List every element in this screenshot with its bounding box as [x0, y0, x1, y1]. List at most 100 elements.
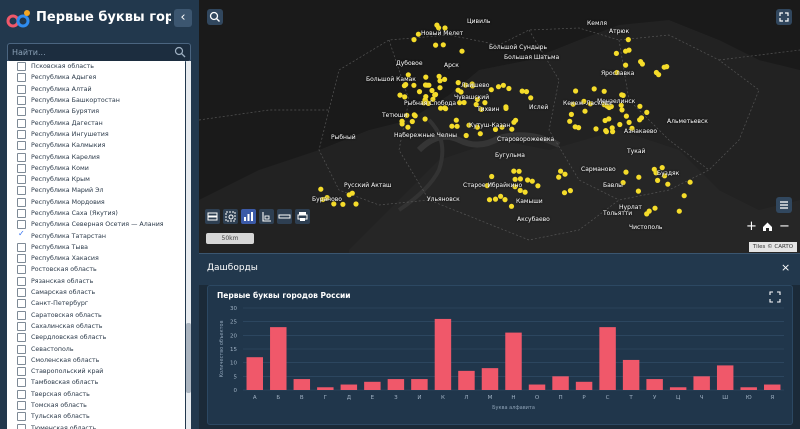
city-point[interactable]: [626, 119, 632, 125]
city-point[interactable]: [508, 203, 515, 209]
city-point[interactable]: [652, 205, 658, 211]
city-point[interactable]: [424, 82, 430, 88]
city-point[interactable]: [411, 112, 417, 118]
city-point[interactable]: [522, 189, 528, 195]
city-point[interactable]: [409, 118, 415, 125]
select-tool-button[interactable]: [223, 209, 238, 224]
city-point[interactable]: [486, 197, 493, 203]
city-point[interactable]: [582, 108, 588, 114]
city-point[interactable]: [623, 62, 629, 68]
city-point[interactable]: [664, 64, 670, 70]
city-point[interactable]: [635, 188, 641, 194]
city-point[interactable]: [498, 193, 504, 199]
region-list-item[interactable]: Республика Дагестан: [7, 117, 185, 128]
region-checkbox[interactable]: [17, 163, 26, 173]
city-point[interactable]: [623, 113, 629, 119]
city-point[interactable]: [556, 174, 562, 180]
region-checkbox[interactable]: [17, 141, 26, 151]
city-point[interactable]: [656, 72, 662, 78]
region-checkbox[interactable]: [17, 355, 26, 365]
region-checkbox[interactable]: [17, 129, 26, 139]
region-list-item[interactable]: Республика Крым: [7, 174, 185, 185]
region-list-item[interactable]: Самарская область: [7, 287, 185, 298]
city-point[interactable]: [617, 121, 623, 128]
map-search-button[interactable]: [207, 9, 223, 25]
city-point[interactable]: [402, 94, 408, 100]
city-point[interactable]: [477, 131, 483, 137]
city-point[interactable]: [681, 193, 687, 199]
region-checkbox[interactable]: [17, 412, 26, 422]
city-point[interactable]: [619, 107, 625, 113]
scrollbar-thumb[interactable]: [186, 323, 191, 393]
region-list-item[interactable]: Тульская область: [7, 411, 185, 422]
region-checkbox[interactable]: [17, 209, 26, 218]
region-checkbox[interactable]: [17, 73, 26, 83]
region-checkbox[interactable]: [17, 186, 26, 196]
city-point[interactable]: [626, 47, 632, 53]
region-checkbox[interactable]: [17, 288, 26, 298]
city-point[interactable]: [636, 174, 642, 180]
city-point[interactable]: [573, 88, 579, 94]
region-checkbox[interactable]: [17, 242, 26, 252]
city-point[interactable]: [665, 181, 671, 187]
city-point[interactable]: [676, 208, 682, 214]
region-list-item[interactable]: Ростовская область: [7, 264, 185, 275]
city-point[interactable]: [437, 85, 443, 91]
city-point[interactable]: [637, 117, 643, 123]
city-point[interactable]: [429, 87, 435, 94]
region-list-item[interactable]: Тамбовская область: [7, 377, 185, 388]
collapse-sidebar-button[interactable]: ‹: [174, 9, 192, 27]
region-list-item[interactable]: Республика Башкортостан: [7, 95, 185, 106]
region-list-item[interactable]: Псковская область: [7, 61, 185, 72]
region-list-item[interactable]: Рязанская область: [7, 276, 185, 287]
zoom-in-button[interactable]: +: [744, 219, 759, 234]
city-point[interactable]: [423, 94, 429, 100]
region-list-item[interactable]: Тверская область: [7, 389, 185, 400]
region-checkbox[interactable]: [17, 254, 26, 264]
city-point[interactable]: [568, 111, 574, 117]
region-list-item[interactable]: Республика Карелия: [7, 151, 185, 162]
city-point[interactable]: [416, 89, 423, 95]
region-list-item[interactable]: Республика Саха (Якутия): [7, 208, 185, 219]
region-list-item[interactable]: Тюменская область: [7, 423, 185, 429]
city-point[interactable]: [625, 37, 631, 43]
region-checkbox[interactable]: [17, 344, 26, 354]
city-point[interactable]: [638, 59, 644, 65]
region-list-item[interactable]: Республика Алтай: [7, 84, 185, 95]
city-point[interactable]: [463, 132, 469, 139]
city-point[interactable]: [535, 183, 541, 189]
city-point[interactable]: [591, 86, 597, 92]
city-point[interactable]: [433, 91, 439, 98]
city-point[interactable]: [567, 188, 573, 194]
region-checkbox[interactable]: [17, 84, 26, 94]
region-list-item[interactable]: Республика Северная Осетия — Алания: [7, 219, 185, 230]
city-point[interactable]: [519, 88, 525, 94]
city-point[interactable]: [528, 95, 534, 101]
city-point[interactable]: [558, 168, 564, 174]
city-point[interactable]: [318, 186, 324, 192]
ruler-tool-button[interactable]: [277, 209, 292, 224]
city-point[interactable]: [525, 177, 531, 183]
region-list-item[interactable]: Республика Ингушетия: [7, 129, 185, 140]
city-point[interactable]: [529, 178, 535, 184]
region-list-item[interactable]: Свердловская область: [7, 332, 185, 343]
city-point[interactable]: [411, 37, 417, 43]
city-point[interactable]: [397, 92, 403, 98]
city-point[interactable]: [349, 190, 355, 196]
city-point[interactable]: [610, 129, 616, 135]
region-list-item[interactable]: Санкт-Петербург: [7, 298, 185, 309]
city-point[interactable]: [492, 196, 499, 202]
city-point[interactable]: [437, 78, 443, 84]
region-list-item[interactable]: Республика Мордовия: [7, 197, 185, 208]
city-point[interactable]: [576, 125, 582, 131]
city-point[interactable]: [495, 84, 502, 90]
city-point[interactable]: [513, 117, 519, 123]
map-view[interactable]: Цивиль Новый Мелет Кемля Большой Сундырь Бол…: [199, 0, 800, 253]
region-checkbox[interactable]: [17, 107, 26, 117]
region-checkbox[interactable]: [17, 299, 26, 309]
city-point[interactable]: [411, 82, 417, 88]
city-point[interactable]: [459, 48, 465, 54]
region-checkbox[interactable]: [17, 197, 26, 207]
close-dashboard-button[interactable]: ×: [781, 261, 790, 274]
region-checkbox[interactable]: [17, 276, 26, 286]
